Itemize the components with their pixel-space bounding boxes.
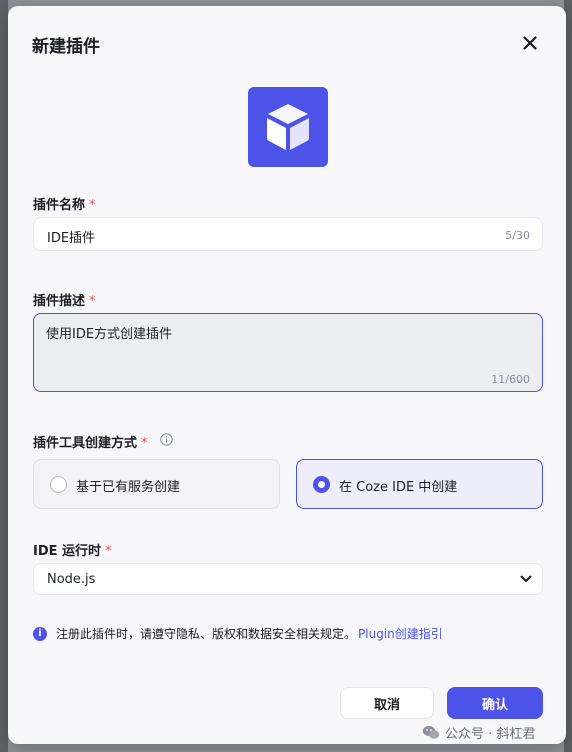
ide-runtime-label: IDE 运行时 * bbox=[33, 540, 112, 559]
dialog-title: 新建插件 bbox=[32, 37, 100, 57]
notice-text: 注册此插件时，请遵守隐私、版权和数据安全相关规定。 bbox=[56, 627, 357, 641]
close-button[interactable] bbox=[520, 33, 540, 53]
create-method-label-text: 插件工具创建方式 bbox=[33, 436, 138, 451]
cancel-button[interactable]: 取消 bbox=[340, 687, 434, 719]
plugin-desc-textarea[interactable]: 使用IDE方式创建插件 11/600 bbox=[33, 313, 543, 392]
option-existing-service[interactable]: 基于已有服务创建 bbox=[33, 459, 280, 509]
plugin-name-counter: 5/30 bbox=[505, 229, 530, 242]
create-method-label: 插件工具创建方式 * bbox=[33, 432, 148, 451]
ide-runtime-label-text: IDE 运行时 bbox=[33, 544, 102, 559]
option-existing-service-label: 基于已有服务创建 bbox=[76, 480, 181, 495]
radio-unchecked[interactable] bbox=[50, 476, 67, 493]
required-mark: * bbox=[89, 294, 96, 309]
info-filled-icon: i bbox=[33, 626, 47, 641]
compliance-notice: i 注册此插件时，请遵守隐私、版权和数据安全相关规定。 Plugin创建指引 bbox=[33, 625, 443, 642]
plugin-desc-counter: 11/600 bbox=[491, 373, 530, 386]
required-mark: * bbox=[89, 198, 96, 213]
plugin-name-value: IDE插件 bbox=[47, 231, 96, 246]
plugin-guide-link[interactable]: Plugin创建指引 bbox=[358, 625, 443, 642]
backdrop-left bbox=[0, 0, 8, 752]
chevron-down-icon bbox=[520, 575, 532, 582]
plugin-desc-value: 使用IDE方式创建插件 bbox=[46, 327, 173, 342]
plugin-name-input[interactable]: IDE插件 5/30 bbox=[33, 217, 543, 251]
plugin-name-label: 插件名称 * bbox=[33, 194, 96, 213]
option-coze-ide[interactable]: 在 Coze IDE 中创建 bbox=[296, 459, 543, 509]
radio-checked[interactable] bbox=[313, 476, 330, 493]
plugin-desc-label-text: 插件描述 bbox=[33, 294, 86, 309]
info-icon[interactable] bbox=[160, 433, 173, 446]
confirm-button[interactable]: 确认 bbox=[447, 687, 543, 719]
watermark-text: 公众号 · 斜杠君 bbox=[445, 727, 536, 742]
required-mark: * bbox=[141, 436, 148, 451]
wechat-icon bbox=[422, 726, 440, 739]
plugin-name-label-text: 插件名称 bbox=[33, 198, 86, 213]
ide-runtime-value: Node.js bbox=[47, 572, 96, 587]
plugin-avatar[interactable] bbox=[248, 87, 328, 167]
plugin-desc-label: 插件描述 * bbox=[33, 290, 96, 309]
option-coze-ide-label: 在 Coze IDE 中创建 bbox=[339, 480, 458, 495]
ide-runtime-select[interactable]: Node.js bbox=[33, 563, 543, 595]
close-icon bbox=[523, 36, 537, 50]
cube-icon bbox=[267, 104, 309, 150]
required-mark: * bbox=[105, 544, 112, 559]
create-plugin-dialog: 新建插件 插件名称 * IDE插件 5/30 插件描述 * 使用IDE方式创建插件 … bbox=[8, 6, 566, 744]
watermark: 公众号 · 斜杠君 bbox=[422, 723, 535, 742]
